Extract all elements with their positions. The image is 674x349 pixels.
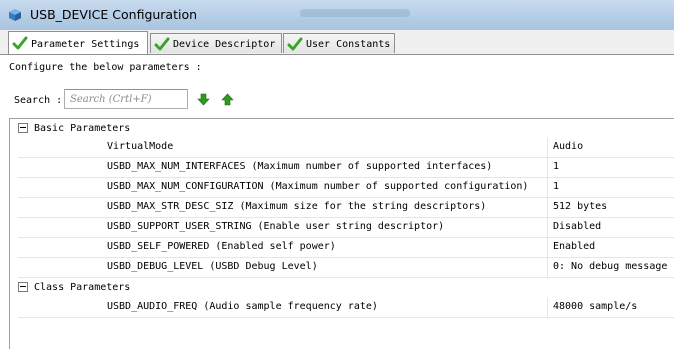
parameter-row[interactable]: USBD_MAX_STR_DESC_SIZ (Maximum size for … bbox=[10, 198, 674, 218]
parameter-row[interactable]: USBD_SUPPORT_USER_STRING (Enable user st… bbox=[10, 218, 674, 238]
search-placeholder: Search (Crtl+F) bbox=[70, 94, 152, 105]
checkmark-icon bbox=[12, 36, 28, 50]
param-value[interactable]: 0: No debug message bbox=[553, 261, 667, 272]
param-value[interactable]: 512 bytes bbox=[553, 201, 607, 212]
tab-parameter-settings[interactable]: Parameter Settings bbox=[8, 31, 148, 54]
search-label: Search : bbox=[14, 95, 63, 106]
tab-label: Parameter Settings bbox=[31, 39, 140, 50]
param-name: USBD_MAX_STR_DESC_SIZ (Maximum size for … bbox=[107, 201, 487, 212]
column-separator bbox=[547, 218, 548, 238]
checkmark-icon bbox=[287, 37, 303, 51]
group-row-basic-parameters[interactable]: Basic Parameters bbox=[10, 119, 674, 139]
param-name: USBD_DEBUG_LEVEL (USBD Debug Level) bbox=[107, 261, 318, 272]
param-value[interactable]: Audio bbox=[553, 141, 583, 152]
tab-divider bbox=[0, 54, 674, 55]
arrow-up-icon[interactable] bbox=[221, 93, 234, 106]
parameter-row[interactable]: USBD_AUDIO_FREQ (Audio sample frequency … bbox=[10, 298, 674, 318]
column-separator bbox=[547, 198, 548, 218]
parameter-row[interactable]: USBD_SELF_POWERED (Enabled self power) E… bbox=[10, 238, 674, 258]
description-text: Configure the below parameters : bbox=[9, 62, 202, 73]
tab-label: User Constants bbox=[306, 39, 391, 50]
title-bar[interactable]: USB_DEVICE Configuration bbox=[0, 0, 674, 31]
param-value[interactable]: 1 bbox=[553, 181, 559, 192]
tab-bar: Parameter Settings Device Descriptor Use… bbox=[0, 30, 674, 55]
group-row-class-parameters[interactable]: Class Parameters bbox=[10, 278, 674, 298]
parameter-grid: Basic Parameters VirtualMode Audio USBD_… bbox=[9, 118, 674, 349]
tab-label: Device Descriptor bbox=[173, 39, 276, 50]
column-separator bbox=[547, 178, 548, 198]
column-separator bbox=[547, 298, 548, 318]
tab-user-constants[interactable]: User Constants bbox=[283, 33, 395, 53]
param-name: USBD_AUDIO_FREQ (Audio sample frequency … bbox=[107, 301, 378, 312]
param-value[interactable]: 1 bbox=[553, 161, 559, 172]
cube-icon bbox=[9, 9, 21, 21]
search-input[interactable]: Search (Crtl+F) bbox=[64, 89, 188, 109]
group-name: Basic Parameters bbox=[34, 123, 131, 134]
checkmark-icon bbox=[154, 37, 170, 51]
param-name: USBD_MAX_NUM_CONFIGURATION (Maximum numb… bbox=[107, 181, 529, 192]
param-value[interactable]: Disabled bbox=[553, 221, 601, 232]
parameter-row[interactable]: VirtualMode Audio bbox=[10, 138, 674, 158]
param-name: USBD_MAX_NUM_INTERFACES (Maximum number … bbox=[107, 161, 493, 172]
collapse-icon[interactable] bbox=[18, 282, 28, 292]
background-window-ghost bbox=[300, 9, 410, 17]
parameter-row[interactable]: USBD_MAX_NUM_INTERFACES (Maximum number … bbox=[10, 158, 674, 178]
column-separator bbox=[547, 258, 548, 278]
param-name: USBD_SELF_POWERED (Enabled self power) bbox=[107, 241, 336, 252]
parameter-row[interactable]: USBD_DEBUG_LEVEL (USBD Debug Level) 0: N… bbox=[10, 258, 674, 278]
collapse-icon[interactable] bbox=[18, 123, 28, 133]
window-title: USB_DEVICE Configuration bbox=[30, 7, 198, 22]
parameter-row[interactable]: USBD_MAX_NUM_CONFIGURATION (Maximum numb… bbox=[10, 178, 674, 198]
param-name: USBD_SUPPORT_USER_STRING (Enable user st… bbox=[107, 221, 445, 232]
column-separator bbox=[547, 158, 548, 178]
arrow-down-icon[interactable] bbox=[197, 93, 210, 106]
column-separator bbox=[547, 138, 548, 158]
column-separator bbox=[547, 238, 548, 258]
group-name: Class Parameters bbox=[34, 282, 131, 293]
param-value[interactable]: Enabled bbox=[553, 241, 595, 252]
tab-device-descriptor[interactable]: Device Descriptor bbox=[150, 33, 282, 53]
param-name: VirtualMode bbox=[107, 141, 174, 152]
row-divider bbox=[18, 317, 674, 318]
param-value[interactable]: 48000 sample/s bbox=[553, 301, 637, 312]
